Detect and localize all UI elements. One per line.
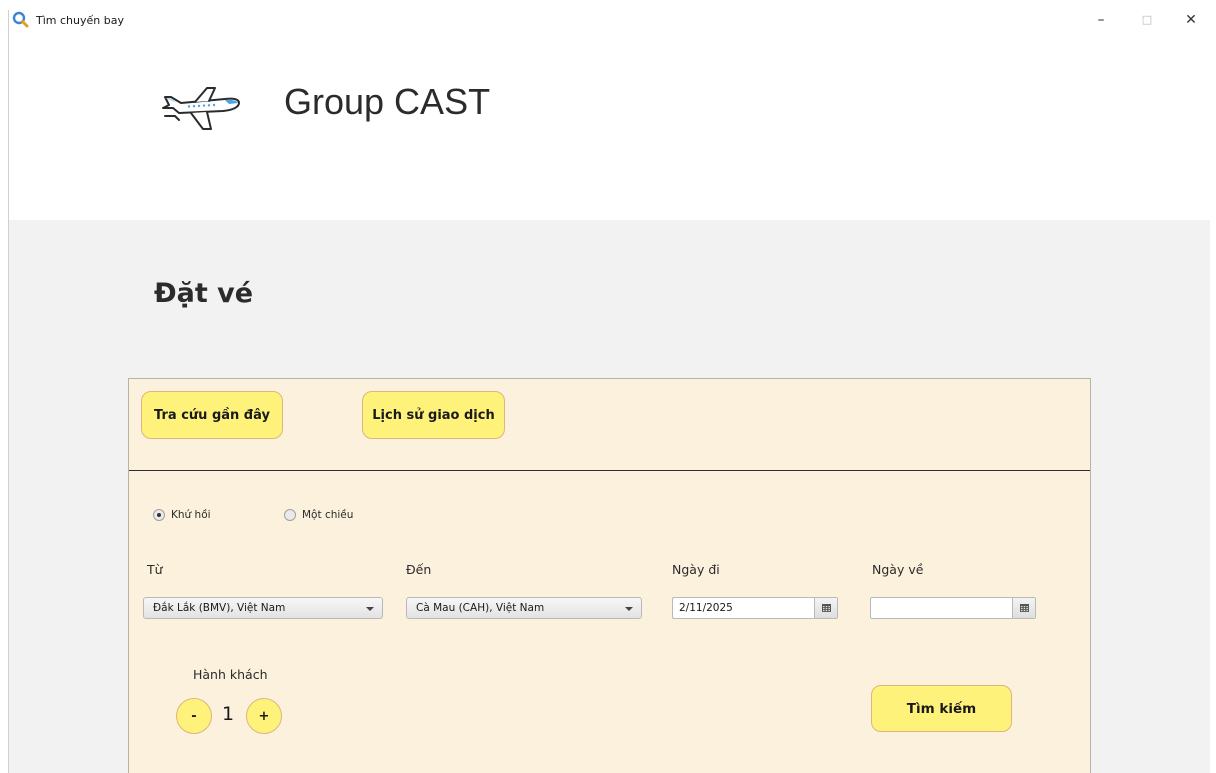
depart-date-input[interactable] <box>673 598 815 618</box>
radio-unchecked-icon <box>284 509 296 521</box>
return-date-picker <box>870 597 1036 619</box>
chevron-down-icon <box>625 607 633 611</box>
from-select-value: Đắk Lắk (BMV), Việt Nam <box>153 602 286 614</box>
radio-one-way[interactable]: Một chiều <box>284 509 353 521</box>
minimize-button[interactable]: – <box>1081 10 1121 32</box>
brand-name: Group CAST <box>284 81 491 122</box>
passengers-label: Hành khách <box>193 667 268 682</box>
radio-one-way-label: Một chiều <box>302 509 354 521</box>
search-icon <box>12 11 30 29</box>
calendar-button[interactable] <box>1012 598 1035 618</box>
page-title: Đặt vé <box>154 278 254 309</box>
calendar-icon <box>821 604 831 612</box>
decrement-passengers-button[interactable]: - <box>176 698 212 734</box>
to-select-value: Cà Mau (CAH), Việt Nam <box>416 602 545 614</box>
return-date-input[interactable] <box>871 598 1013 618</box>
calendar-button[interactable] <box>814 598 837 618</box>
window-title: Tìm chuyến bay <box>36 14 124 27</box>
to-select[interactable]: Cà Mau (CAH), Việt Nam <box>406 597 642 619</box>
radio-round-trip[interactable]: Khứ hồi <box>153 509 211 521</box>
radio-checked-icon <box>153 509 165 521</box>
to-label: Đến <box>406 562 432 577</box>
maximize-button[interactable]: □ <box>1127 10 1167 32</box>
increment-passengers-button[interactable]: + <box>246 698 282 734</box>
close-button[interactable]: ✕ <box>1171 10 1210 32</box>
passenger-count: 1 <box>222 703 235 725</box>
chevron-down-icon <box>366 607 374 611</box>
from-select[interactable]: Đắk Lắk (BMV), Việt Nam <box>143 597 383 619</box>
calendar-icon <box>1019 604 1029 612</box>
booking-card: Tra cứu gần đây Lịch sử giao dịch Khứ hồ… <box>128 378 1091 773</box>
depart-date-picker <box>672 597 838 619</box>
recent-searches-button[interactable]: Tra cứu gần đây <box>141 391 283 439</box>
app-header: Group CAST <box>9 32 1210 220</box>
airplane-icon <box>159 86 243 136</box>
return-date-label: Ngày về <box>872 562 924 577</box>
radio-round-trip-label: Khứ hồi <box>171 509 211 521</box>
search-button[interactable]: Tìm kiếm <box>871 685 1012 732</box>
depart-date-label: Ngày đi <box>672 562 720 577</box>
from-label: Từ <box>147 562 163 577</box>
title-bar: Tìm chuyến bay – □ ✕ <box>9 10 1210 32</box>
app-window: Tìm chuyến bay – □ ✕ Group CAST Đặt vé T… <box>8 10 1210 773</box>
divider <box>129 470 1090 471</box>
transaction-history-button[interactable]: Lịch sử giao dịch <box>362 391 505 439</box>
